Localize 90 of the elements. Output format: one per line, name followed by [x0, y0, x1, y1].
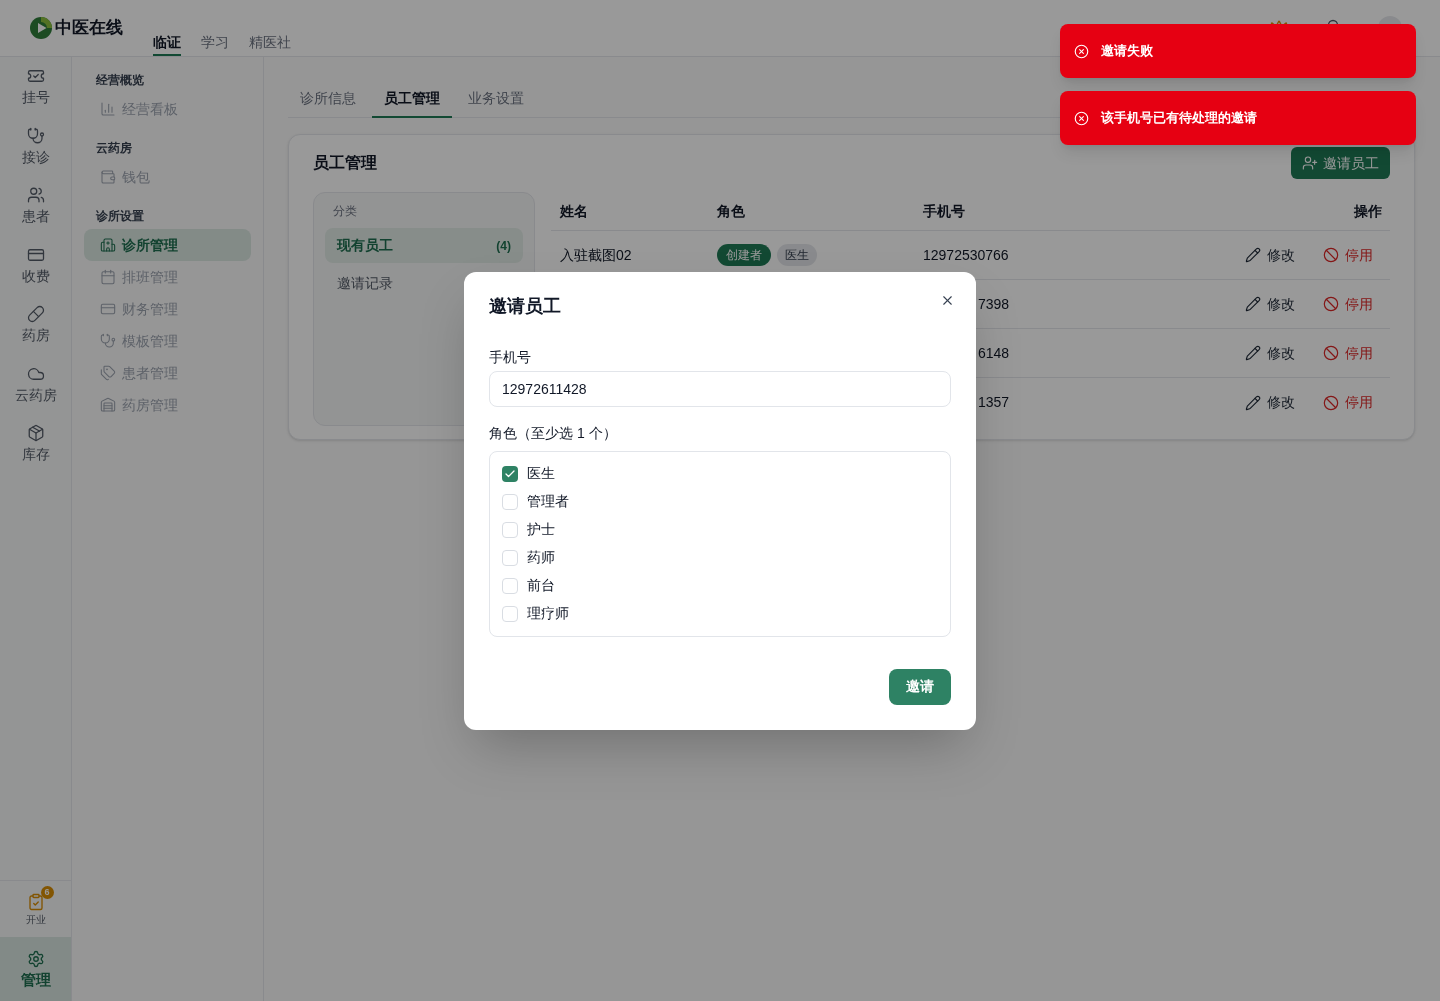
ban-icon — [1323, 394, 1339, 411]
package-icon — [26, 424, 45, 443]
pencil-icon — [1245, 345, 1261, 361]
stethoscope-icon — [100, 333, 116, 349]
column-header: 姓名 — [559, 201, 588, 221]
rail-nav-item[interactable]: 库存 — [4, 414, 67, 474]
tab[interactable]: 诊所信息 — [288, 80, 368, 118]
phone-input[interactable]: 12972611428 — [489, 370, 951, 407]
category-item[interactable]: 现有员工 (4) — [325, 228, 523, 263]
nav-tab[interactable]: 学习 — [201, 11, 229, 56]
bar-chart-icon — [100, 101, 116, 117]
invite-staff-button[interactable]: 邀请员工 — [1291, 147, 1390, 179]
rail-nav-item[interactable]: 接诊 — [4, 116, 67, 176]
column-header: 角色 — [716, 201, 745, 221]
rail-nav-item[interactable]: 药房 — [4, 295, 67, 355]
table-cell-text: 12972530766 — [923, 245, 1009, 265]
rail-nav-item[interactable]: 云药房 — [4, 354, 67, 414]
edit-button[interactable]: 修改 — [1245, 293, 1295, 315]
rail-nav-item[interactable]: 管理 — [0, 937, 71, 1001]
card-icon — [100, 301, 116, 317]
wallet-icon — [100, 169, 116, 185]
rail-shortcut[interactable]: 6 开业 — [4, 881, 67, 937]
rail-nav-item[interactable]: 患者 — [4, 176, 67, 236]
edit-button[interactable]: 修改 — [1245, 244, 1295, 266]
calendar-icon — [100, 269, 116, 285]
field-label: 手机号 — [489, 347, 532, 367]
rail-nav-item[interactable]: 挂号 — [4, 57, 67, 117]
category-title: 分类 — [332, 203, 358, 219]
table-cell-text: 6148 — [978, 343, 1010, 363]
tags-icon — [100, 365, 116, 381]
sidebar-section-title: 诊所设置 — [95, 208, 145, 224]
stethoscope-icon — [26, 126, 45, 145]
checkbox[interactable] — [502, 521, 518, 538]
user-plus-icon — [1302, 155, 1318, 171]
pencil-icon — [1245, 394, 1261, 411]
table-cell-text: 1357 — [978, 393, 1010, 412]
checkbox[interactable] — [502, 465, 518, 482]
rail-nav-item[interactable]: 收费 — [4, 235, 67, 295]
disable-button[interactable]: 停用 — [1323, 244, 1373, 266]
invite-submit-button[interactable]: 邀请 — [889, 668, 951, 705]
sidebar-section-title: 经营概览 — [95, 72, 145, 88]
error-icon — [1074, 43, 1089, 59]
users-icon — [26, 186, 45, 205]
pencil-icon — [1245, 247, 1261, 263]
checkbox-label: 医生 — [527, 464, 555, 483]
column-header: 操作 — [1354, 201, 1383, 221]
category-item[interactable]: 邀请记录 — [325, 266, 405, 301]
logo-text: 中医在线 — [55, 17, 123, 40]
disable-button[interactable]: 停用 — [1323, 293, 1373, 315]
column-header: 手机号 — [922, 201, 965, 221]
checkbox[interactable] — [502, 493, 518, 510]
edit-button[interactable]: 修改 — [1245, 342, 1295, 364]
sidebar-item[interactable]: 诊所管理 — [84, 229, 251, 261]
disable-button[interactable]: 停用 — [1323, 342, 1373, 364]
tab[interactable]: 业务设置 — [456, 80, 536, 118]
pencil-icon — [1245, 296, 1261, 312]
checkbox[interactable] — [502, 549, 518, 566]
tab[interactable]: 员工管理 — [372, 80, 452, 118]
disable-button[interactable]: 停用 — [1323, 392, 1373, 413]
toast-message: 该手机号已有待处理的邀请 — [1101, 109, 1257, 128]
table-cell-text: 7398 — [978, 294, 1010, 314]
ban-icon — [1323, 296, 1339, 312]
dialog-title: 邀请员工 — [489, 295, 561, 316]
ban-icon — [1323, 345, 1339, 361]
clipboard-check-icon — [26, 892, 45, 911]
play-logo-icon — [30, 17, 52, 39]
checkbox[interactable] — [502, 605, 518, 622]
role-tag: 创建者 — [717, 244, 771, 266]
checkbox-label: 护士 — [527, 520, 555, 539]
role-tag: 医生 — [777, 244, 817, 266]
checkbox[interactable] — [502, 577, 518, 594]
nav-tab[interactable]: 精医社 — [249, 11, 291, 56]
sidebar-section-title: 云药房 — [95, 140, 133, 156]
pill-icon — [26, 305, 45, 324]
checkbox-label: 管理者 — [527, 492, 569, 511]
sidebar-item[interactable]: 钱包 — [84, 161, 251, 193]
count-badge: 6 — [40, 885, 54, 899]
checkbox-label: 药师 — [527, 548, 555, 567]
card-title: 员工管理 — [313, 153, 377, 173]
checkbox-label: 前台 — [527, 576, 555, 595]
toast-message: 邀请失败 — [1101, 42, 1153, 61]
error-icon — [1074, 110, 1089, 126]
hospital-icon — [100, 237, 116, 253]
settings-icon — [26, 949, 45, 968]
ban-icon — [1323, 247, 1339, 263]
edit-button[interactable]: 修改 — [1245, 392, 1295, 413]
warehouse-icon — [100, 397, 116, 413]
table-cell-text: 入驻截图02 — [560, 245, 632, 265]
field-label: 角色（至少选 1 个） — [489, 423, 618, 443]
checkbox-label: 理疗师 — [527, 604, 569, 623]
